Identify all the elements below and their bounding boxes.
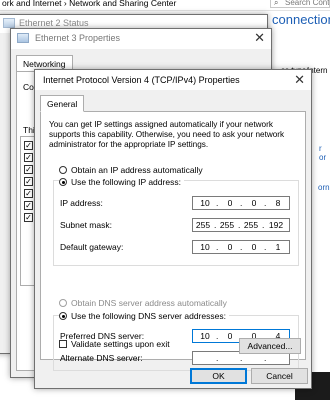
subnet-mask-label: Subnet mask: — [60, 220, 112, 230]
props-window-title: Ethernet 3 Properties — [35, 33, 121, 43]
ipv4-properties-dialog: Internet Protocol Version 4 (TCP/IPv4) P… — [34, 69, 312, 389]
ip-octet-1[interactable]: 10 — [197, 198, 213, 208]
subnet-octet-4[interactable]: 192 — [268, 220, 284, 230]
octet-separator: . — [216, 353, 219, 363]
page-title: connections — [272, 12, 330, 27]
component-checkbox[interactable]: ✓ — [24, 141, 33, 150]
advanced-button[interactable]: Advanced... — [239, 338, 301, 354]
subnet-octet-3[interactable]: 255 — [243, 220, 259, 230]
ip-octet-4[interactable]: 8 — [270, 198, 286, 208]
subnet-mask-field[interactable]: 255 . 255 . 255 . 192 — [192, 218, 290, 232]
octet-separator: . — [216, 331, 219, 341]
network-adapter-icon — [17, 33, 29, 43]
side-link-1[interactable]: r or — [319, 144, 330, 162]
close-icon[interactable]: ✕ — [294, 72, 305, 88]
description-text: You can get IP settings assigned automat… — [49, 120, 285, 149]
radio-button[interactable] — [59, 312, 67, 320]
octet-separator: . — [240, 242, 243, 252]
octet-separator: . — [240, 353, 243, 363]
network-adapter-icon — [3, 18, 15, 28]
octet-separator: . — [240, 198, 243, 208]
octet-separator: . — [264, 242, 267, 252]
component-checkbox[interactable]: ✓ — [24, 189, 33, 198]
octet-separator: . — [216, 242, 219, 252]
cancel-button[interactable]: Cancel — [251, 368, 308, 384]
subnet-octet-2[interactable]: 255 — [219, 220, 235, 230]
gateway-octet-2[interactable]: 0 — [222, 242, 238, 252]
radio-label: Use the following IP address: — [71, 177, 181, 187]
close-icon[interactable]: ✕ — [254, 30, 265, 46]
ip-octet-3[interactable]: 0 — [246, 198, 262, 208]
default-gateway-label: Default gateway: — [60, 242, 124, 252]
gateway-octet-3[interactable]: 0 — [246, 242, 262, 252]
ipv4-titlebar[interactable]: Internet Protocol Version 4 (TCP/IPv4) P… — [35, 70, 311, 90]
dns1-octet-2[interactable]: 0 — [222, 331, 238, 341]
props-titlebar[interactable]: Ethernet 3 Properties ✕ — [11, 29, 271, 49]
default-gateway-field[interactable]: 10 . 0 . 0 . 1 — [192, 240, 290, 254]
radio-use-following-dns[interactable]: Use the following DNS server addresses: — [59, 311, 229, 321]
radio-button[interactable] — [59, 178, 67, 186]
alternate-dns-label: Alternate DNS server: — [60, 353, 143, 363]
radio-label: Obtain DNS server address automatically — [71, 298, 227, 308]
ok-button[interactable]: OK — [190, 368, 247, 384]
status-window-title: Ethernet 2 Status — [19, 18, 89, 28]
octet-separator: . — [264, 353, 267, 363]
search-input[interactable]: Search Cont — [270, 0, 330, 8]
component-checkbox[interactable]: ✓ — [24, 201, 33, 210]
radio-button[interactable] — [59, 166, 67, 174]
octet-separator: . — [238, 220, 241, 230]
dns1-octet-1[interactable]: 10 — [197, 331, 213, 341]
checkbox[interactable] — [59, 340, 67, 348]
ip-address-label: IP address: — [60, 198, 103, 208]
radio-button[interactable] — [59, 299, 67, 307]
component-checkbox[interactable]: ✓ — [24, 153, 33, 162]
ipv4-dialog-title: Internet Protocol Version 4 (TCP/IPv4) P… — [43, 75, 240, 85]
octet-separator: . — [214, 220, 217, 230]
gateway-octet-4[interactable]: 1 — [270, 242, 286, 252]
ip-octet-2[interactable]: 0 — [222, 198, 238, 208]
validate-label: Validate settings upon exit — [71, 339, 170, 349]
ip-address-field[interactable]: 10 . 0 . 0 . 8 — [192, 196, 290, 210]
octet-separator: . — [216, 198, 219, 208]
radio-use-following-ip[interactable]: Use the following IP address: — [59, 177, 184, 187]
radio-obtain-dns-auto[interactable]: Obtain DNS server address automatically — [59, 298, 227, 308]
search-icon: ⌕ — [274, 0, 279, 7]
component-checkbox[interactable]: ✓ — [24, 165, 33, 174]
breadcrumb[interactable]: ork and Internet › Network and Sharing C… — [2, 0, 176, 8]
component-checkbox[interactable]: ✓ — [24, 177, 33, 186]
subnet-octet-1[interactable]: 255 — [195, 220, 211, 230]
radio-obtain-ip-auto[interactable]: Obtain an IP address automatically — [59, 165, 203, 175]
side-link-2[interactable]: orn — [318, 183, 330, 192]
gateway-octet-1[interactable]: 10 — [197, 242, 213, 252]
validate-settings-checkbox[interactable]: Validate settings upon exit — [59, 339, 170, 349]
radio-label: Obtain an IP address automatically — [71, 165, 203, 175]
octet-separator: . — [264, 198, 267, 208]
general-panel: You can get IP settings assigned automat… — [40, 111, 306, 371]
radio-label: Use the following DNS server addresses: — [71, 311, 226, 321]
octet-separator: . — [262, 220, 265, 230]
component-checkbox[interactable]: ✓ — [24, 213, 33, 222]
tab-general[interactable]: General — [40, 95, 85, 112]
